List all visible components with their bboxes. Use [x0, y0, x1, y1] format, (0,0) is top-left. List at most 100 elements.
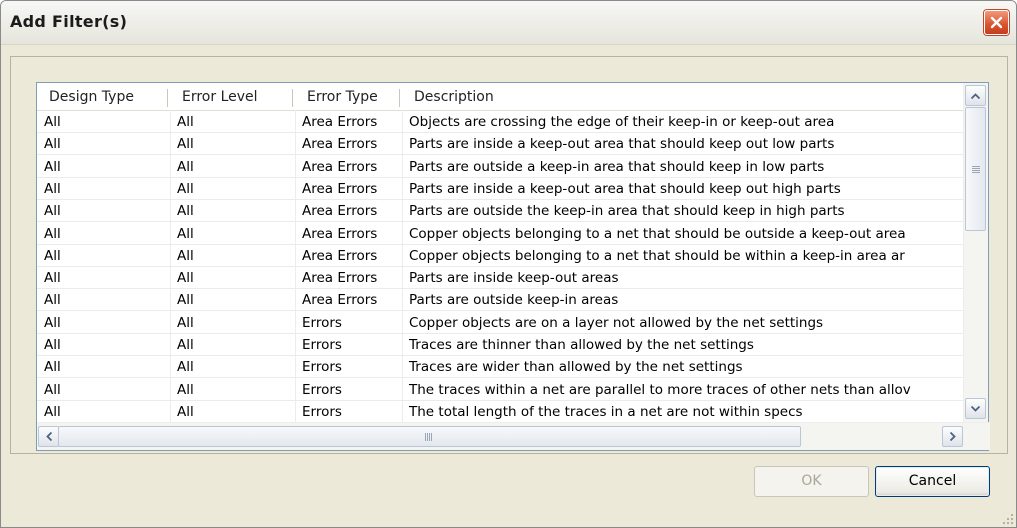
- cell-error-type: Area Errors: [302, 203, 378, 220]
- column-header-error-type[interactable]: Error Type: [295, 83, 400, 110]
- cell-error-type: Errors: [302, 381, 342, 398]
- cell-design-type: All: [44, 225, 61, 242]
- table-row[interactable]: All All Area Errors Parts are outside a kee…: [37, 156, 965, 178]
- cell-error-type: Area Errors: [302, 158, 378, 175]
- grip-line: [429, 433, 430, 441]
- cell-design-type: All: [44, 403, 61, 420]
- table-row[interactable]: All All Errors The traces within a net are …: [37, 379, 965, 401]
- scroll-up-button[interactable]: [965, 85, 986, 106]
- cell-description: Parts are inside a keep-out area that sh…: [409, 136, 835, 153]
- column-divider[interactable]: [292, 89, 293, 107]
- arrow-down-icon: [971, 405, 980, 412]
- ok-button[interactable]: OK: [754, 466, 869, 497]
- cell-error-level: All: [177, 403, 194, 420]
- column-header-design-type[interactable]: Design Type: [37, 83, 167, 110]
- close-icon: [990, 16, 1003, 29]
- grip-line: [427, 433, 428, 441]
- cell-description: Copper objects belonging to a net that s…: [409, 247, 905, 264]
- vertical-scrollbar[interactable]: [963, 83, 988, 423]
- table-row[interactable]: All All Area Errors Copper objects belongin…: [37, 245, 965, 267]
- cell-error-type: Errors: [302, 403, 342, 420]
- cell-error-type: Area Errors: [302, 114, 378, 130]
- table-row[interactable]: All All Area Errors Parts are inside a keep…: [37, 178, 965, 200]
- filter-list[interactable]: Design Type Error Level Error Type Descr…: [36, 82, 990, 451]
- cancel-button[interactable]: Cancel: [875, 466, 990, 497]
- cell-design-type: All: [44, 359, 61, 376]
- table-row[interactable]: All All Area Errors Parts are inside keep-o…: [37, 267, 965, 290]
- cell-design-type: All: [44, 114, 61, 130]
- cell-description: Copper objects are on a layer not allowe…: [409, 314, 824, 331]
- cell-error-level: All: [177, 225, 194, 242]
- cell-error-level: All: [177, 203, 194, 220]
- grip-line: [972, 166, 980, 167]
- cell-design-type: All: [44, 270, 61, 287]
- table-row[interactable]: All All Area Errors Parts are outside keep-…: [37, 289, 965, 312]
- cell-error-level: All: [177, 114, 194, 130]
- scroll-down-button[interactable]: [965, 398, 986, 419]
- horizontal-scroll-thumb[interactable]: [58, 426, 801, 447]
- cell-error-type: Errors: [302, 337, 342, 353]
- column-header-error-level[interactable]: Error Level: [170, 83, 292, 110]
- cell-error-level: All: [177, 136, 194, 153]
- table-row[interactable]: All All Errors The total length of the trac…: [37, 401, 965, 423]
- cell-error-type: Area Errors: [302, 225, 378, 242]
- cell-description: Copper objects belonging to a net that s…: [409, 225, 906, 242]
- scroll-left-button[interactable]: [38, 426, 59, 447]
- cell-error-level: All: [177, 381, 194, 398]
- cell-description: Parts are inside a keep-out area that sh…: [409, 180, 841, 197]
- cell-error-level: All: [177, 180, 194, 197]
- add-filter-dialog: Add Filter(s) Design Type Error Level Er…: [0, 0, 1017, 528]
- table-row[interactable]: All All Area Errors Objects are crossing th…: [37, 111, 965, 133]
- cell-design-type: All: [44, 247, 61, 264]
- cell-description: Traces are wider than allowed by the net…: [409, 359, 743, 376]
- dialog-title: Add Filter(s): [10, 12, 128, 31]
- resize-grip-icon[interactable]: [1002, 513, 1014, 525]
- table-row[interactable]: All All Errors Traces are thinner than allo…: [37, 334, 965, 356]
- table-row[interactable]: All All Area Errors Copper objects belongin…: [37, 223, 965, 245]
- grip-line: [972, 170, 980, 171]
- cell-design-type: All: [44, 381, 61, 398]
- cell-design-type: All: [44, 314, 61, 331]
- horizontal-scrollbar[interactable]: [37, 422, 990, 450]
- cell-error-level: All: [177, 292, 194, 309]
- cell-error-level: All: [177, 158, 194, 175]
- arrow-left-icon: [45, 432, 52, 441]
- cell-design-type: All: [44, 292, 61, 309]
- cell-error-type: Area Errors: [302, 247, 378, 264]
- list-header: Design Type Error Level Error Type Descr…: [37, 83, 965, 111]
- grip-line: [972, 172, 980, 173]
- cell-error-level: All: [177, 337, 194, 353]
- cell-error-level: All: [177, 247, 194, 264]
- cell-description: Traces are thinner than allowed by the n…: [409, 337, 754, 353]
- cell-design-type: All: [44, 203, 61, 220]
- cell-error-type: Errors: [302, 314, 342, 331]
- cell-error-type: Area Errors: [302, 270, 378, 287]
- cell-error-type: Area Errors: [302, 136, 378, 153]
- cell-description: Parts are outside a keep-in area that sh…: [409, 158, 825, 175]
- cell-description: Objects are crossing the edge of their k…: [409, 114, 835, 130]
- scroll-right-button[interactable]: [942, 426, 963, 447]
- table-row[interactable]: All All Errors Traces are wider than allowe…: [37, 356, 965, 379]
- cell-design-type: All: [44, 136, 61, 153]
- arrow-right-icon: [949, 432, 956, 441]
- title-bar[interactable]: Add Filter(s): [1, 1, 1016, 45]
- cell-design-type: All: [44, 337, 61, 353]
- close-button[interactable]: [984, 10, 1009, 35]
- cell-design-type: All: [44, 180, 61, 197]
- cell-error-type: Area Errors: [302, 180, 378, 197]
- table-row[interactable]: All All Errors Copper objects are on a laye…: [37, 312, 965, 334]
- cell-description: Parts are outside keep-in areas: [409, 292, 619, 309]
- grip-line: [425, 433, 426, 441]
- column-header-description[interactable]: Description: [402, 83, 962, 110]
- arrow-up-icon: [971, 92, 980, 99]
- vertical-scroll-thumb[interactable]: [965, 107, 986, 231]
- grip-line: [431, 433, 432, 441]
- table-row[interactable]: All All Area Errors Parts are outside the k…: [37, 200, 965, 223]
- column-divider[interactable]: [399, 89, 400, 107]
- cell-description: The traces within a net are parallel to …: [409, 381, 911, 398]
- table-row[interactable]: All All Area Errors Parts are inside a keep…: [37, 133, 965, 156]
- column-divider[interactable]: [167, 89, 168, 107]
- cell-description: Parts are outside the keep-in area that …: [409, 203, 845, 220]
- cell-error-type: Errors: [302, 359, 342, 376]
- cell-error-level: All: [177, 270, 194, 287]
